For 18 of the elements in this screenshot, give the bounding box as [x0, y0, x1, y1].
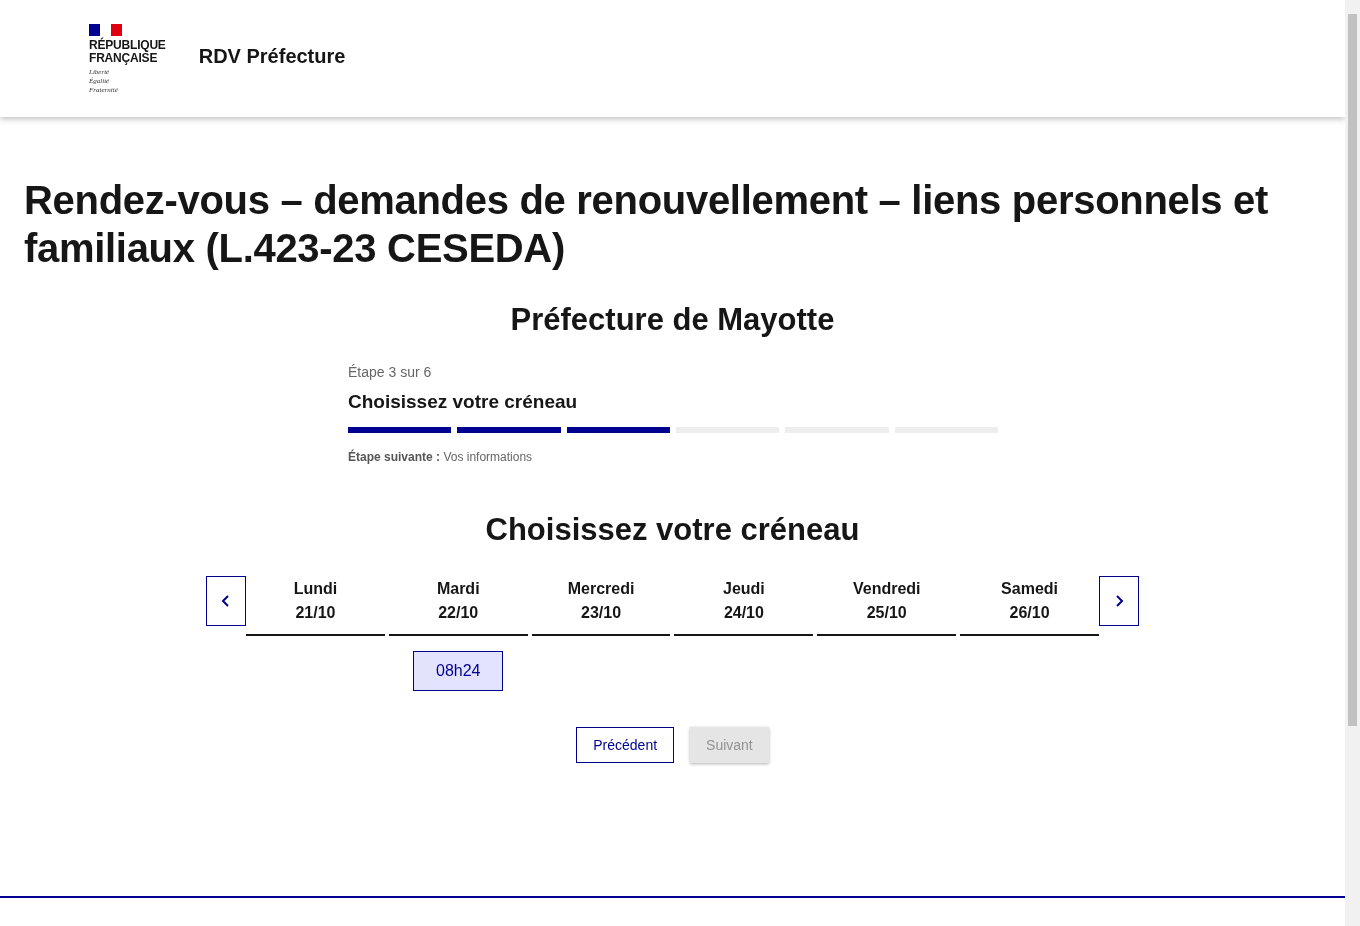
- day-header: Vendredi 25/10: [817, 576, 957, 636]
- time-slot[interactable]: 08h24: [413, 651, 504, 691]
- step-label: Étape 3 sur 6: [348, 364, 433, 380]
- next-week-button[interactable]: [1099, 576, 1139, 626]
- previous-week-button[interactable]: [206, 576, 246, 626]
- next-step-text: Étape suivante : Vos informations: [348, 450, 534, 464]
- nav-button[interactable]: Précédent: [576, 727, 675, 763]
- prefecture-title: Préfecture de Mayotte: [509, 301, 836, 339]
- flag-icon: [89, 24, 122, 36]
- day-header: Lundi 21/10: [246, 576, 385, 636]
- service-name[interactable]: RDV Préfecture: [198, 45, 346, 68]
- step-title: Choisissez votre créneau: [348, 391, 579, 413]
- day-header: Jeudi 24/10: [674, 576, 814, 636]
- logo-text: RÉPUBLIQUE FRANÇAISE: [89, 39, 166, 65]
- day-header: Mardi 22/10: [388, 576, 528, 636]
- day-header: Mercredi 23/10: [531, 576, 671, 636]
- slots-title: Choisissez votre créneau: [484, 511, 861, 549]
- page-title: Rendez-vous – demandes de renouvellement – liens personnels et familiaux (L.423-23 CESEDA): [24, 177, 1270, 272]
